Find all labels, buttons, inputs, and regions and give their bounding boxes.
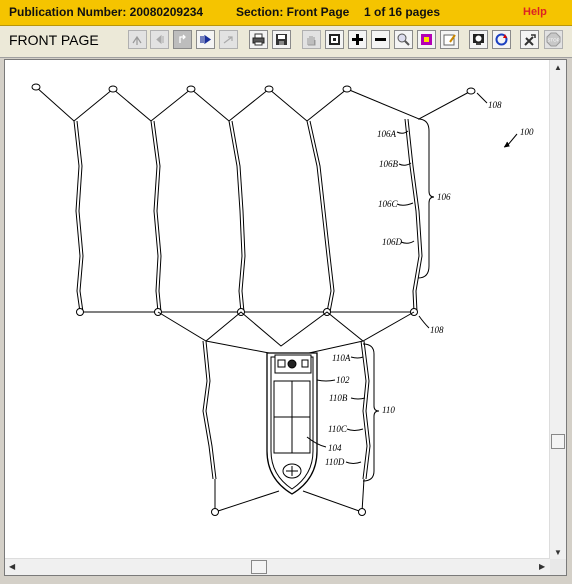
zoom-magnifier-button[interactable]: [394, 30, 413, 49]
tools-icon: [524, 34, 536, 46]
fit-window-button[interactable]: [469, 30, 488, 49]
notepad-icon: [443, 34, 456, 46]
print-button[interactable]: [249, 30, 268, 49]
vessel-drawing: [266, 352, 318, 495]
label-108-top: 108: [488, 100, 502, 110]
label-102: 102: [336, 375, 350, 385]
zoom-out-button[interactable]: [371, 30, 390, 49]
scroll-left-icon[interactable]: ◀: [9, 562, 15, 571]
next-page-icon: [200, 34, 212, 45]
page-info: 1 of 16 pages: [364, 5, 441, 19]
next-page-button[interactable]: [196, 30, 215, 49]
label-110b: 110B: [329, 393, 348, 403]
first-page-button[interactable]: [128, 30, 147, 49]
scroll-down-icon[interactable]: ▼: [554, 548, 562, 557]
rotate-button[interactable]: [492, 30, 511, 49]
first-page-icon: [132, 35, 142, 45]
label-108-mid: 108: [430, 325, 444, 335]
scroll-right-icon[interactable]: ▶: [539, 562, 545, 571]
zoom-in-button[interactable]: [348, 30, 367, 49]
label-106d: 106D: [382, 237, 403, 247]
minus-icon: [375, 38, 386, 41]
label-106c: 106C: [378, 199, 399, 209]
previous-page-icon: [156, 34, 164, 45]
select-region-icon: [329, 34, 340, 45]
page-title: FRONT PAGE: [9, 32, 99, 48]
label-110d: 110D: [325, 457, 345, 467]
help-link[interactable]: Help: [523, 6, 547, 18]
horizontal-scroll-thumb[interactable]: [251, 560, 267, 574]
stop-icon: STOP: [546, 32, 561, 47]
scroll-corner: [550, 559, 566, 575]
go-to-page-button[interactable]: [173, 30, 192, 49]
plus-icon: [352, 34, 363, 45]
label-110c: 110C: [328, 424, 348, 434]
svg-text:STOP: STOP: [547, 38, 559, 43]
vertical-scrollbar[interactable]: ▲ ▼: [549, 60, 566, 559]
previous-page-button[interactable]: [150, 30, 169, 49]
scroll-up-icon[interactable]: ▲: [554, 63, 562, 72]
label-100: 100: [520, 127, 534, 137]
rotate-icon: [495, 33, 508, 46]
floppy-disk-icon: [276, 34, 287, 45]
vertical-scroll-thumb[interactable]: [551, 434, 565, 449]
stop-button[interactable]: STOP: [544, 30, 563, 49]
label-106: 106: [437, 192, 451, 202]
horizontal-scrollbar[interactable]: ◀ ▶: [5, 558, 550, 575]
select-region-button[interactable]: [325, 30, 344, 49]
label-106b: 106B: [379, 159, 399, 169]
document-view-icon: [421, 34, 432, 45]
view-document-button[interactable]: [417, 30, 436, 49]
label-110a: 110A: [332, 353, 351, 363]
document-viewer[interactable]: 100 106 106A 106B 106C 106D 108 108 110 …: [4, 59, 567, 576]
save-button[interactable]: [272, 30, 291, 49]
sensor-strings-upper: [73, 118, 423, 313]
magnifier-icon: [397, 33, 410, 46]
last-page-icon: [223, 36, 233, 44]
info-bar: Publication Number: 20080209234 Section:…: [0, 0, 572, 26]
settings-button[interactable]: [520, 30, 539, 49]
label-104: 104: [328, 443, 342, 453]
label-110: 110: [382, 405, 395, 415]
go-to-page-icon: [179, 34, 186, 43]
annotate-button[interactable]: [440, 30, 459, 49]
label-106a: 106A: [377, 129, 397, 139]
monitor-icon: [473, 34, 484, 45]
pan-button[interactable]: [302, 30, 321, 49]
patent-drawing: 100 106 106A 106B 106C 106D 108 108 110 …: [31, 83, 534, 516]
toolbar: FRONT PAGE STOP: [0, 26, 572, 58]
publication-number: Publication Number: 20080209234: [9, 5, 204, 19]
hand-icon: [307, 36, 316, 46]
printer-icon: [252, 33, 265, 46]
last-page-button[interactable]: [219, 30, 238, 49]
section-label: Section: Front Page: [236, 5, 350, 19]
